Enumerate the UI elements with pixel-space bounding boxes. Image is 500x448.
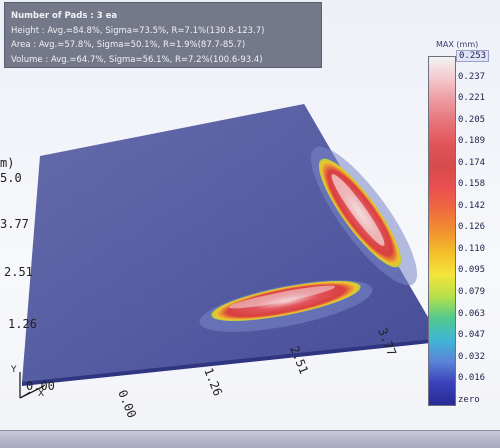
colorbar-tick-label: 0.221 [458, 93, 486, 104]
y-tick-label: 2.51 [4, 265, 33, 279]
y-tick-label: 3.77 [0, 217, 29, 231]
area-stats: Area : Avg.=57.8%, Sigma=50.1%, R=1.9%(8… [11, 40, 246, 50]
colorbar-tick-label: 0.253 [456, 50, 490, 62]
colorbar-tick-label: 0.095 [458, 265, 486, 276]
colorbar-tick-label: 0.063 [458, 308, 486, 319]
colorbar-tick-label: 0.079 [458, 287, 486, 298]
color-legend: MAX (mm) 0.253 0.237 0.221 0.205 0.189 0.174 0… [428, 36, 492, 410]
colorbar-gradient [428, 56, 456, 406]
3d-viewport[interactable]: m) 5.0 3.77 2.51 1.26 0.00 0.00 1.26 2.5… [0, 0, 500, 448]
status-bar [0, 430, 500, 448]
triad-y-label: Y [10, 365, 17, 375]
colorbar-tick-label: 0.142 [458, 200, 486, 211]
y-tick-label: 1.26 [8, 317, 37, 331]
colorbar-tick-label: 0.237 [458, 71, 486, 82]
volume-stats: Volume : Avg.=64.7%, Sigma=56.1%, R=7.2%… [11, 54, 263, 65]
triad-x-label: X [38, 389, 44, 399]
colorbar-tick-label: 0.016 [458, 373, 486, 384]
height-stats: Height : Avg.=84.8%, Sigma=73.5%, R=7.1%… [11, 25, 265, 36]
colorbar-tick-label: 0.032 [458, 351, 486, 362]
x-tick-label: 1.26 [201, 366, 225, 398]
colorbar-tick-label: zero [458, 394, 480, 405]
colorbar-tick-label: 0.047 [458, 330, 486, 341]
statistics-panel: Number of Pads : 3 ea Height : Avg.=84.8… [4, 2, 322, 68]
colorbar-tick-label: 0.110 [458, 243, 486, 254]
colorbar-tick-label: 0.126 [458, 222, 486, 233]
y-axis-unit-label: m) [0, 156, 14, 170]
colorbar-tick-label: 0.205 [458, 114, 486, 125]
colorbar-tick-label: 0.174 [458, 157, 486, 168]
colorbar-tick-label: 0.189 [458, 136, 486, 147]
colorbar-tick-label: 0.158 [458, 179, 486, 190]
y-tick-label: 5.0 [0, 171, 22, 185]
colorbar-max-label: MAX (mm) [436, 40, 479, 49]
x-tick-label: 0.00 [115, 388, 139, 420]
pad-count-label: Number of Pads : 3 ea [11, 11, 118, 21]
